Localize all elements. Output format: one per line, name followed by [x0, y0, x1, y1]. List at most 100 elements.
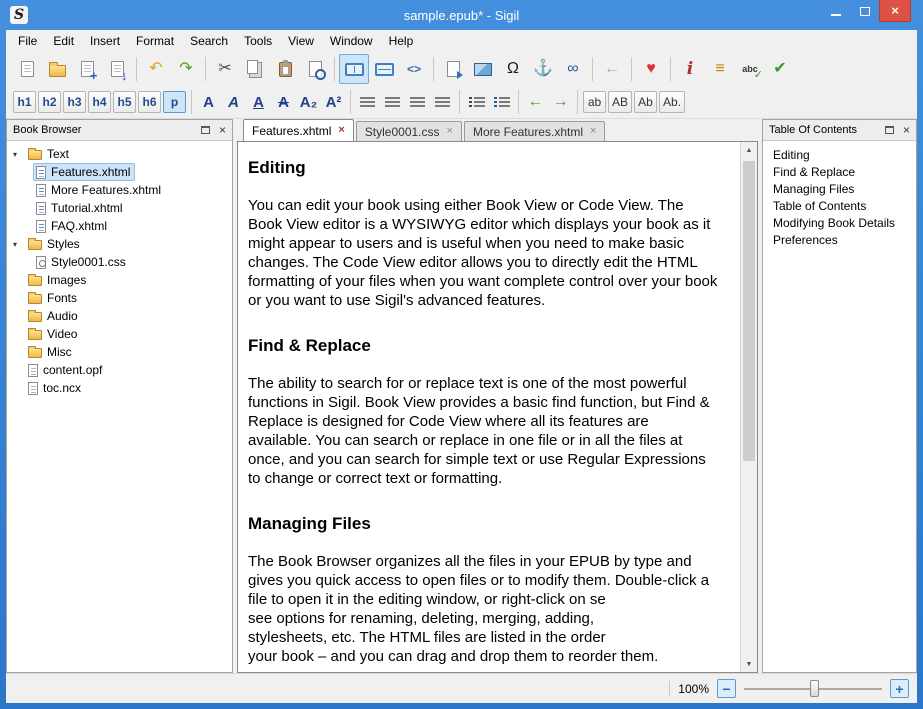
tab-close-icon[interactable]: ×: [338, 125, 344, 136]
menu-file[interactable]: File: [10, 31, 45, 51]
toc-item-managing-files[interactable]: Managing Files: [763, 181, 916, 198]
paragraph-button[interactable]: p: [163, 91, 186, 113]
scroll-up-icon[interactable]: ▲: [741, 142, 757, 158]
lowercase-button[interactable]: ab: [583, 91, 606, 113]
open-button[interactable]: [42, 54, 72, 84]
split-at-cursor-button[interactable]: [438, 54, 468, 84]
close-button[interactable]: ×: [879, 0, 911, 22]
scroll-down-icon[interactable]: ▼: [741, 656, 757, 672]
tab-style0001-css[interactable]: Style0001.css ×: [356, 121, 462, 141]
book-view-editor[interactable]: Editing You can edit your book using eit…: [238, 142, 740, 672]
menu-search[interactable]: Search: [182, 31, 236, 51]
copy-button[interactable]: [240, 54, 270, 84]
uppercase-button[interactable]: AB: [608, 91, 632, 113]
book-view-button[interactable]: [339, 54, 369, 84]
capitalize-button[interactable]: Ab: [634, 91, 657, 113]
tree-item-fonts[interactable]: Fonts: [7, 289, 232, 307]
tree-item-styles[interactable]: ▾ Styles: [7, 235, 232, 253]
menu-tools[interactable]: Tools: [236, 31, 280, 51]
tab-close-icon[interactable]: ×: [447, 126, 453, 137]
tab-more-features-xhtml[interactable]: More Features.xhtml ×: [464, 121, 605, 141]
tree-item-faq-xhtml[interactable]: FAQ.xhtml: [7, 217, 232, 235]
zoom-slider[interactable]: [744, 679, 882, 698]
tree-item-misc[interactable]: Misc: [7, 343, 232, 361]
menu-edit[interactable]: Edit: [45, 31, 82, 51]
toc-item-find-replace[interactable]: Find & Replace: [763, 164, 916, 181]
tree-item-features-xhtml[interactable]: Features.xhtml: [7, 163, 232, 181]
toc-item-modifying-book-details[interactable]: Modifying Book Details: [763, 215, 916, 232]
indent-button[interactable]: →: [548, 89, 573, 115]
donate-button[interactable]: ♥: [636, 54, 666, 84]
heading2-button[interactable]: h2: [38, 91, 61, 113]
menu-insert[interactable]: Insert: [82, 31, 128, 51]
sentence-case-button[interactable]: Ab.: [659, 91, 685, 113]
paste-button[interactable]: [270, 54, 300, 84]
subscript-button[interactable]: A₂: [296, 89, 321, 115]
insert-image-button[interactable]: [468, 54, 498, 84]
undo-button[interactable]: ↶: [141, 54, 171, 84]
redo-button[interactable]: ↷: [171, 54, 201, 84]
menu-format[interactable]: Format: [128, 31, 182, 51]
tree-item-tutorial-xhtml[interactable]: Tutorial.xhtml: [7, 199, 232, 217]
strikethrough-button[interactable]: A: [271, 89, 296, 115]
menu-window[interactable]: Window: [322, 31, 381, 51]
expander-icon[interactable]: ▾: [13, 150, 25, 159]
new-file-button[interactable]: [12, 54, 42, 84]
find-button[interactable]: [300, 54, 330, 84]
cut-button[interactable]: ✂: [210, 54, 240, 84]
maximize-button[interactable]: [850, 0, 879, 22]
add-existing-files-button[interactable]: +: [72, 54, 102, 84]
save-button[interactable]: ↓: [102, 54, 132, 84]
toc-item-preferences[interactable]: Preferences: [763, 232, 916, 249]
outdent-button[interactable]: ←: [523, 89, 548, 115]
toc-item-editing[interactable]: Editing: [763, 147, 916, 164]
superscript-button[interactable]: A²: [321, 89, 346, 115]
align-justify-button[interactable]: [430, 89, 455, 115]
float-panel-icon[interactable]: [885, 126, 894, 134]
vertical-scrollbar[interactable]: ▲ ▼: [740, 142, 757, 672]
metadata-editor-button[interactable]: i: [675, 54, 705, 84]
tree-item-more-features-xhtml[interactable]: More Features.xhtml: [7, 181, 232, 199]
scrollbar-thumb[interactable]: [743, 161, 755, 461]
align-center-button[interactable]: [380, 89, 405, 115]
float-panel-icon[interactable]: [201, 126, 210, 134]
validate-button[interactable]: ✔: [765, 54, 795, 84]
heading1-button[interactable]: h1: [13, 91, 36, 113]
bullet-list-button[interactable]: [464, 89, 489, 115]
insert-link-button[interactable]: ∞: [558, 54, 588, 84]
code-view-button[interactable]: <>: [399, 54, 429, 84]
heading5-button[interactable]: h5: [113, 91, 136, 113]
back-button[interactable]: ←: [597, 54, 627, 84]
italic-button[interactable]: A: [221, 89, 246, 115]
minimize-button[interactable]: [821, 0, 850, 22]
toc-editor-button[interactable]: ≡: [705, 54, 735, 84]
menu-help[interactable]: Help: [381, 31, 422, 51]
close-panel-icon[interactable]: ×: [901, 124, 912, 136]
insert-special-character-button[interactable]: Ω: [498, 54, 528, 84]
heading3-button[interactable]: h3: [63, 91, 86, 113]
split-view-button[interactable]: [369, 54, 399, 84]
align-right-button[interactable]: [405, 89, 430, 115]
spellcheck-button[interactable]: abc✓: [735, 54, 765, 84]
tree-item-text[interactable]: ▾ Text: [7, 145, 232, 163]
heading6-button[interactable]: h6: [138, 91, 161, 113]
align-left-button[interactable]: [355, 89, 380, 115]
zoom-in-button[interactable]: +: [890, 679, 909, 698]
numbered-list-button[interactable]: [489, 89, 514, 115]
underline-button[interactable]: A: [246, 89, 271, 115]
bold-button[interactable]: A: [196, 89, 221, 115]
zoom-slider-thumb[interactable]: [810, 680, 819, 697]
insert-id-button[interactable]: ⚓: [528, 54, 558, 84]
tree-item-audio[interactable]: Audio: [7, 307, 232, 325]
zoom-out-button[interactable]: −: [717, 679, 736, 698]
close-panel-icon[interactable]: ×: [217, 124, 228, 136]
tree-item-video[interactable]: Video: [7, 325, 232, 343]
tab-features-xhtml[interactable]: Features.xhtml ×: [243, 119, 354, 141]
menu-view[interactable]: View: [280, 31, 322, 51]
tree-item-toc-ncx[interactable]: toc.ncx: [7, 379, 232, 397]
tree-item-content-opf[interactable]: content.opf: [7, 361, 232, 379]
toc-item-table-of-contents[interactable]: Table of Contents: [763, 198, 916, 215]
tab-close-icon[interactable]: ×: [590, 126, 596, 137]
tree-item-images[interactable]: Images: [7, 271, 232, 289]
expander-icon[interactable]: ▾: [13, 240, 25, 249]
